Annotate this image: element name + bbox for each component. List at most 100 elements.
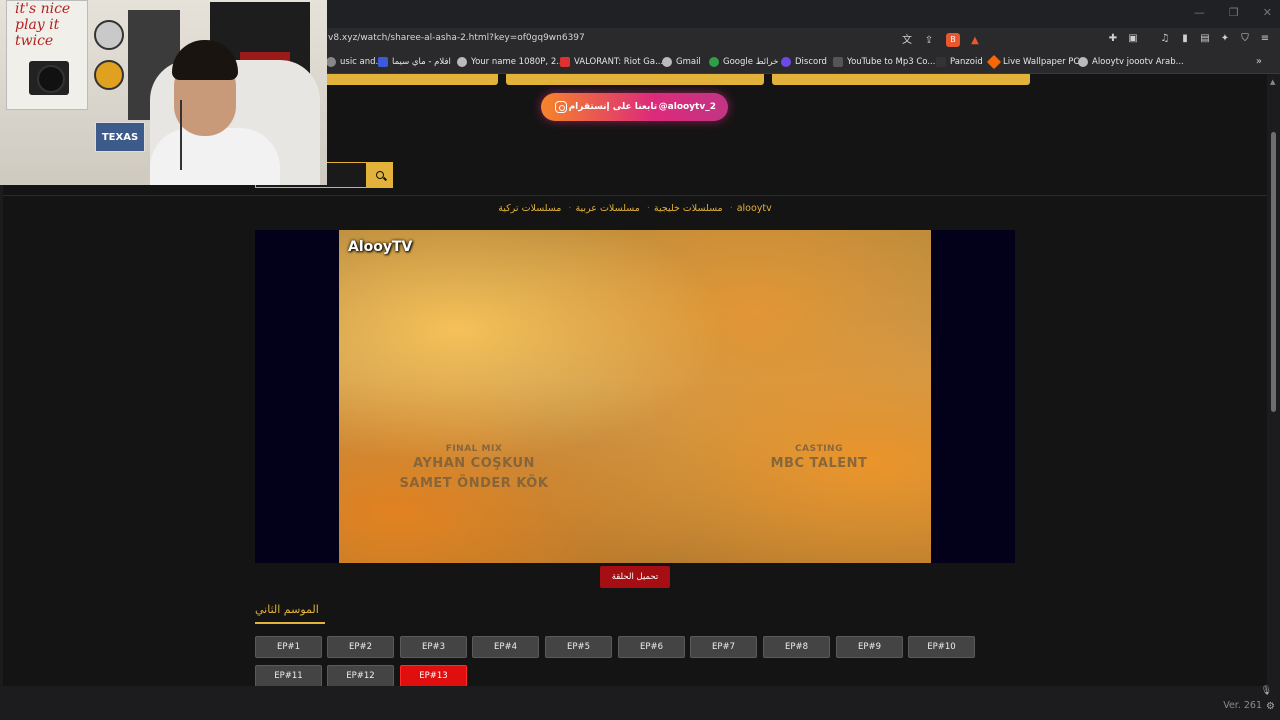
url-text[interactable]: v8.xyz/watch/sharee-al-asha-2.html?key=o… [328, 33, 585, 43]
discord-icon [781, 57, 791, 67]
episode-button[interactable]: EP#10 [908, 636, 975, 658]
streamer-hair [172, 40, 238, 80]
restore-icon[interactable]: ❐ [1229, 6, 1239, 19]
season-title: الموسم الثاني [255, 603, 319, 616]
extensions-icon[interactable]: ✚ [1106, 32, 1120, 46]
scroll-up-icon[interactable]: ▲ [1270, 78, 1275, 86]
episode-button[interactable]: EP#3 [400, 636, 467, 658]
video-frame[interactable]: AlooyTV FINAL MIX AYHAN COŞKUN SAMET ÖND… [339, 230, 931, 563]
video-player[interactable]: AlooyTV FINAL MIX AYHAN COŞKUN SAMET ÖND… [255, 230, 1015, 563]
address-bar[interactable]: v8.xyz/watch/sharee-al-asha-2.html?key=o… [310, 30, 1000, 50]
crumb-link[interactable]: alooytv [737, 203, 772, 214]
crumb-separator: · [568, 203, 572, 214]
episode-button-active[interactable]: EP#13 [400, 665, 467, 686]
credit-name: AYHAN COŞKUN [413, 456, 535, 471]
bookmark-item[interactable]: Google خرائط [709, 57, 778, 67]
badge-icon [94, 60, 124, 90]
instagram-icon [555, 101, 567, 113]
panzoid-icon [936, 57, 946, 67]
search-button[interactable] [366, 162, 393, 188]
globe-icon [662, 57, 672, 67]
bookmark-item[interactable]: Discord [781, 57, 827, 67]
episode-button[interactable]: EP#11 [255, 665, 322, 686]
maps-icon [709, 57, 719, 67]
download-episode-button[interactable]: تحميل الحلقة [600, 566, 670, 588]
episode-button[interactable]: EP#4 [472, 636, 539, 658]
bookmark-item[interactable]: usic and... [326, 57, 384, 67]
episode-button[interactable]: EP#7 [690, 636, 757, 658]
streamer [150, 40, 280, 185]
bookmark-item[interactable]: افلام - ماي سيما [378, 57, 451, 67]
brave-shield-icon[interactable]: B [946, 33, 960, 47]
chevron-right-icon[interactable]: » [1256, 56, 1262, 67]
crumb-link[interactable]: مسلسلات تركية [498, 203, 561, 214]
music-icon [326, 57, 336, 67]
bookmark-item[interactable]: Live Wallpaper PC [986, 54, 1079, 70]
credit-role: CASTING [795, 444, 843, 454]
episode-button[interactable]: EP#6 [618, 636, 685, 658]
crumb-link[interactable]: مسلسلات خليجية [654, 203, 723, 214]
sidebar-icon[interactable]: ▮ [1178, 32, 1192, 46]
crumb-separator: · [729, 203, 733, 214]
version-label: Ver. 261 [1223, 700, 1262, 711]
yt-mp3-icon [833, 57, 843, 67]
translate-icon[interactable]: 文 [900, 34, 914, 48]
bookmark-item[interactable]: Panzoid [936, 57, 983, 67]
media-icon[interactable]: ♫ [1158, 32, 1172, 46]
minimize-icon[interactable]: — [1194, 6, 1205, 19]
episode-button[interactable]: EP#5 [545, 636, 612, 658]
badge-icon [94, 20, 124, 50]
credit-block-left: FINAL MIX AYHAN COŞKUN SAMET ÖNDER KÖK [389, 444, 559, 494]
wallet2-icon[interactable]: ▤ [1198, 32, 1212, 46]
webcam-overlay: it's nice play it twice TEXAS [0, 0, 327, 185]
bookmark-item[interactable]: Alooytv joootv Arab... [1078, 57, 1184, 67]
globe-icon [457, 57, 467, 67]
wallpaper-icon [986, 54, 1002, 70]
episode-button[interactable]: EP#9 [836, 636, 903, 658]
texas-text: TEXAS [101, 132, 139, 143]
bookmark-item[interactable]: Gmail [662, 57, 701, 67]
wallet-icon[interactable]: ▣ [1126, 32, 1140, 46]
settings-icon[interactable]: ⚙ [1266, 701, 1275, 712]
channel-watermark: AlooyTV [348, 239, 413, 255]
scrollbar[interactable]: ▲ [1267, 74, 1280, 686]
instagram-label: تابعنا على إنستقرام [568, 102, 658, 112]
bookmark-item[interactable]: Your name 1080P, 2... [457, 57, 564, 67]
vpn-icon[interactable]: ⛉ [1238, 32, 1252, 46]
valorant-icon [560, 57, 570, 67]
credit-role: FINAL MIX [445, 444, 503, 454]
credit-name: MBC TALENT [770, 456, 868, 471]
window-controls: — ❐ ✕ [1194, 6, 1272, 19]
scroll-thumb[interactable] [1271, 132, 1276, 412]
menu-icon[interactable]: ≡ [1258, 32, 1272, 46]
share-icon[interactable]: ⇪ [922, 34, 936, 48]
leo-icon[interactable]: ✦ [1218, 32, 1232, 46]
record-player-icon [29, 61, 69, 95]
close-icon[interactable]: ✕ [1263, 6, 1272, 19]
instagram-handle: @alooytv_2 [658, 102, 716, 112]
instagram-follow-button[interactable]: تابعنا على إنستقرام @alooytv_2 [541, 93, 728, 121]
mic-cable [180, 100, 182, 170]
microphone-icon[interactable]: 🎙 [1261, 686, 1272, 696]
streamer-body [150, 128, 280, 185]
browser-window: — ❐ ✕ v8.xyz/watch/sharee-al-asha-2.html… [0, 0, 1280, 720]
nav-button[interactable] [506, 74, 764, 85]
episode-button[interactable]: EP#12 [327, 665, 394, 686]
search-icon [375, 171, 384, 179]
episode-button[interactable]: EP#2 [327, 636, 394, 658]
texas-sign: TEXAS [95, 122, 145, 152]
bottom-bar: 🎙 Ver. 261 ⚙ [0, 686, 1280, 720]
poster-text: it's nice play it twice [15, 1, 71, 49]
category-links: alooytv· مسلسلات خليجية· مسلسلات عربية· … [3, 203, 1267, 214]
crumb-link[interactable]: مسلسلات عربية [575, 203, 639, 214]
nav-button[interactable] [772, 74, 1030, 85]
season-underline [255, 622, 325, 624]
divider [3, 195, 1267, 196]
brave-rewards-icon[interactable]: ▲ [968, 34, 982, 48]
episode-button[interactable]: EP#8 [763, 636, 830, 658]
wall-poster: it's nice play it twice [6, 0, 88, 110]
episode-button[interactable]: EP#1 [255, 636, 322, 658]
bookmark-item[interactable]: VALORANT: Riot Ga... [560, 57, 663, 67]
bookmark-item[interactable]: YouTube to Mp3 Co... [833, 57, 935, 67]
globe-icon [1078, 57, 1088, 67]
